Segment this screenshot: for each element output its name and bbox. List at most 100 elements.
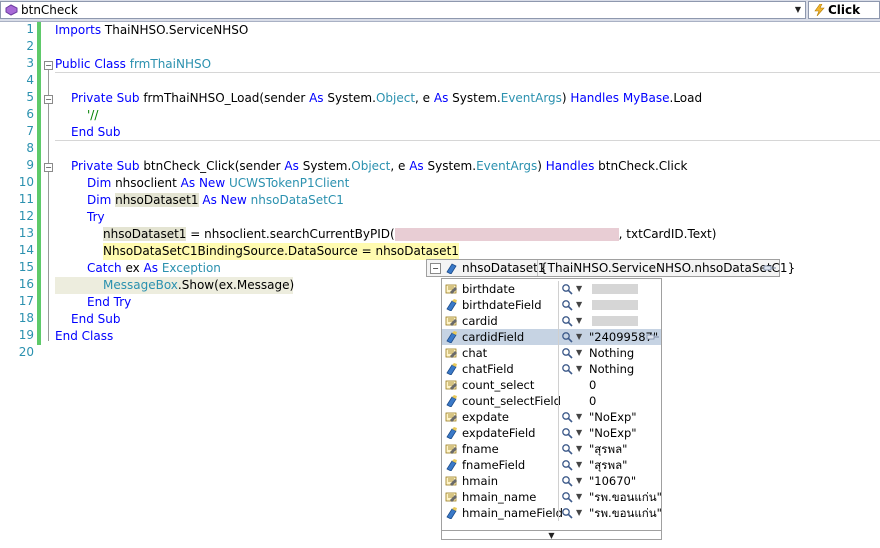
property-icon (445, 491, 458, 503)
code-text: System. (423, 159, 477, 173)
type-name: EventArgs (500, 91, 562, 105)
datatip-row[interactable]: expdateField ▼ "NoExp" (442, 425, 661, 441)
chevron-down-icon[interactable]: ▼ (576, 425, 582, 441)
code-text: ) (537, 159, 546, 173)
chevron-down-icon[interactable]: ▼ (576, 505, 582, 521)
chevron-down-icon[interactable]: ▼ (576, 313, 582, 329)
code-line-6: '// (87, 107, 98, 124)
chevron-down-icon[interactable]: ▼ (576, 409, 582, 425)
line-number: 12 (18, 209, 34, 223)
code-text: System. (298, 159, 352, 173)
datatip-member-name: cardid (462, 314, 498, 328)
magnifier-icon[interactable] (561, 443, 573, 455)
code-line-11: Dim nhsoDataset1 As New nhsoDataSetC1 (87, 192, 344, 209)
code-text: = nhsoclient.searchCurrentByPID( (186, 227, 395, 241)
magnifier-icon[interactable] (561, 411, 573, 423)
chevron-down-icon[interactable]: ▼ (576, 297, 582, 313)
magnifier-icon[interactable] (561, 475, 573, 487)
datatip-row[interactable]: cardid ▼ (442, 313, 661, 329)
keyword: Class (77, 329, 114, 343)
event-lightning-icon (814, 4, 825, 16)
line-number: 11 (18, 192, 34, 206)
property-icon (445, 347, 458, 359)
event-dropdown[interactable]: Click (808, 1, 880, 19)
keyword: Dim (87, 193, 112, 207)
property-icon (445, 379, 458, 391)
keyword: Try (87, 210, 105, 224)
collapse-icon[interactable]: − (44, 61, 53, 70)
datatip-members-panel[interactable]: birthdate ▼ birthdateField ▼ cardid ▼ cardidFi… (441, 278, 662, 540)
member-dropdown[interactable]: btnCheck ▼ (0, 1, 806, 19)
magnifier-icon[interactable] (561, 315, 573, 327)
code-text: , txtCardID.Text) (618, 227, 717, 241)
chevron-down-icon[interactable]: ▼ (576, 473, 582, 489)
datatip-row[interactable]: count_selectField 0 (442, 393, 661, 409)
datatip-row[interactable]: hmain ▼ "10670" (442, 473, 661, 489)
scroll-down-arrow[interactable]: ▼ (441, 530, 662, 540)
column-divider (558, 489, 559, 505)
datatip-member-name: hmain_name (462, 490, 537, 504)
magnifier-icon[interactable] (561, 507, 573, 519)
keyword: Sub (112, 159, 140, 173)
column-divider (558, 441, 559, 457)
magnifier-icon[interactable] (561, 331, 573, 343)
highlighted-reference[interactable]: nhsoDataset1 (115, 193, 199, 207)
datatip-row[interactable]: birthdateField ▼ (442, 297, 661, 313)
line-number: 16 (18, 277, 34, 291)
chevron-down-icon[interactable]: ▼ (576, 281, 582, 297)
datatip-row[interactable]: cardidField ▼ "24099587" (442, 329, 661, 345)
datatip-row[interactable]: count_select 0 (442, 377, 661, 393)
magnifier-icon[interactable] (561, 363, 573, 375)
pin-icon[interactable] (646, 331, 660, 343)
keyword: Imports (55, 23, 102, 37)
code-text: ThaiNHSO.ServiceNHSO (101, 23, 249, 37)
datatip-member-name: expdate (462, 410, 509, 424)
datatip-row[interactable]: fnameField ▼ "สุรพล" (442, 457, 661, 473)
collapse-icon[interactable]: − (44, 95, 53, 104)
datatip-row[interactable]: fname ▼ "สุรพล" (442, 441, 661, 457)
code-text: nhsoclient (111, 176, 181, 190)
chevron-down-icon[interactable]: ▼ (576, 457, 582, 473)
magnifier-icon[interactable] (561, 283, 573, 295)
datatip-divider (537, 260, 538, 276)
magnifier-icon[interactable] (561, 427, 573, 439)
type-name: Exception (161, 261, 221, 275)
code-text: NhsoDataSetC1BindingSource.DataSource = … (103, 244, 459, 258)
datatip-header[interactable]: − nhsoDataset1 {ThaiNHSO.ServiceNHSO.nhs… (426, 259, 795, 277)
highlighted-reference[interactable]: nhsoDataset1 (103, 227, 187, 241)
magnifier-icon[interactable] (561, 347, 573, 359)
collapse-icon[interactable]: − (44, 163, 53, 172)
chevron-down-icon[interactable]: ▼ (576, 345, 582, 361)
code-text: System. (448, 91, 501, 105)
datatip-row[interactable]: chatField ▼ Nothing (442, 361, 661, 377)
datatip-row[interactable]: hmain_name ▼ "รพ.ขอนแก่น" (442, 489, 661, 505)
code-line-19: End Class (55, 328, 113, 345)
chevron-down-icon[interactable]: ▼ (576, 489, 582, 505)
expand-collapse-icon[interactable]: − (430, 263, 441, 274)
datatip-row[interactable]: hmain_nameField ▼ "รพ.ขอนแก่น" (442, 505, 661, 521)
redacted-value (592, 300, 638, 310)
line-number: 1 (26, 22, 34, 36)
chevron-down-icon[interactable]: ▼ (576, 441, 582, 457)
code-line-18: End Sub (71, 311, 120, 328)
chevron-down-icon[interactable]: ▼ (791, 2, 805, 18)
datatip-member-name: cardidField (462, 330, 525, 344)
magnifier-icon[interactable] (561, 299, 573, 311)
pin-icon[interactable] (763, 263, 777, 273)
redacted-value (592, 284, 638, 294)
magnifier-icon[interactable] (561, 459, 573, 471)
chevron-down-icon[interactable]: ▼ (576, 329, 582, 345)
field-icon (445, 331, 458, 344)
keyword: End (87, 295, 110, 309)
keyword: End (71, 312, 94, 326)
code-text: btnCheck_Click(sender (139, 159, 285, 173)
code-editor[interactable]: 1 2 3 4 5 6 7 8 9 10 11 12 13 14 15 16 1… (0, 22, 880, 548)
datatip-row[interactable]: birthdate ▼ (442, 281, 661, 297)
datatip-row[interactable]: expdate ▼ "NoExp" (442, 409, 661, 425)
property-icon (445, 475, 458, 487)
chevron-down-icon[interactable]: ▼ (576, 361, 582, 377)
type-name: Object (351, 159, 391, 173)
datatip-row[interactable]: chat ▼ Nothing (442, 345, 661, 361)
keyword: As (409, 159, 424, 173)
magnifier-icon[interactable] (561, 491, 573, 503)
